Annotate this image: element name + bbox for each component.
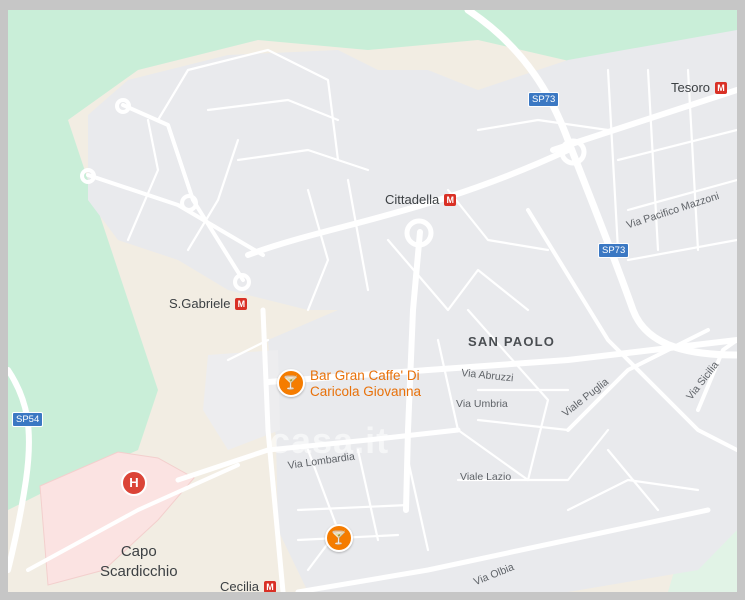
place-cittadella-label: Cittadella — [385, 192, 440, 207]
place-tesoro[interactable]: Tesoro M — [671, 80, 728, 95]
city-label-line1: Capo — [120, 543, 157, 560]
poi-bar-gran-caffe[interactable]: Bar Gran Caffe' Di Caricola Giovanna — [310, 368, 421, 400]
metro-icon: M — [235, 298, 248, 310]
road-shield-sp54: SP54 — [12, 412, 44, 427]
map-frame: casa.it SP73 SP73 SP54 Tesoro M Cittadell… — [0, 0, 745, 600]
cocktail-icon[interactable]: 🍸 — [277, 369, 305, 397]
place-s-gabriele[interactable]: S.Gabriele M — [169, 296, 248, 311]
street-label: Viale Lazio — [460, 471, 512, 483]
metro-icon: M — [264, 581, 277, 592]
metro-icon: M — [444, 194, 457, 206]
road-shield-sp73-east: SP73 — [598, 243, 630, 258]
place-cecilia-label: Cecilia — [220, 579, 260, 594]
hospital-icon[interactable]: H — [121, 470, 147, 496]
city-label-line2: Scardicchio — [100, 563, 178, 580]
poi-label-line1: Bar Gran Caffe' Di — [310, 368, 420, 383]
place-s-gabriele-label: S.Gabriele — [169, 296, 231, 311]
district-label: SAN PAOLO — [468, 334, 556, 349]
map-canvas[interactable] — [8, 10, 737, 592]
street-label: Via Umbria — [456, 398, 508, 410]
place-tesoro-label: Tesoro — [671, 80, 711, 95]
metro-icon: M — [715, 82, 728, 94]
road-shield-sp73-north: SP73 — [528, 92, 560, 107]
poi-label-line2: Caricola Giovanna — [310, 384, 422, 399]
city-label-capo-scardicchio: Capo Scardicchio — [100, 542, 178, 582]
place-cittadella[interactable]: Cittadella M — [385, 192, 457, 207]
cocktail-icon[interactable]: 🍸 — [325, 524, 353, 552]
place-cecilia[interactable]: Cecilia M — [220, 579, 277, 594]
